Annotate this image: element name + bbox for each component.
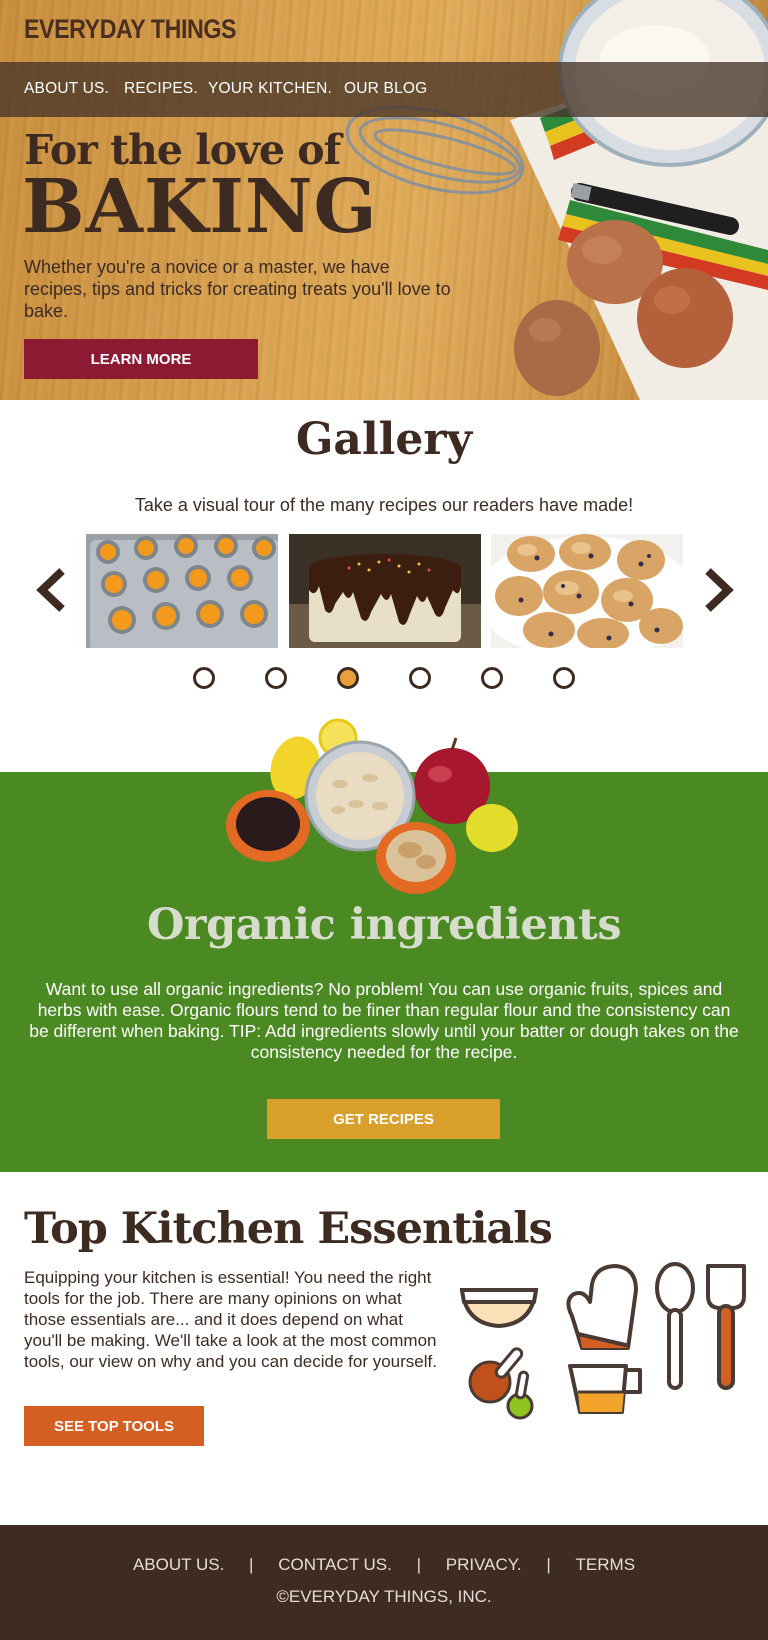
site-footer: ABOUT US. | CONTACT US. | PRIVACY. | TER… (0, 1525, 768, 1640)
footer-separator: | (546, 1555, 551, 1574)
footer-link-contact-us[interactable]: CONTACT US. (278, 1555, 392, 1575)
carousel-dot-3[interactable] (337, 667, 359, 689)
spatula-icon (706, 1264, 746, 1390)
hero-description: Whether you're a novice or a master, we … (24, 257, 451, 321)
learn-more-button[interactable]: LEARN MORE (24, 339, 258, 379)
measuring-cup-icon (568, 1364, 642, 1414)
hero-title-line2: BAKING (22, 164, 378, 250)
essentials-title: Top Kitchen Essentials (24, 1204, 553, 1254)
gallery-title: Gallery (295, 414, 473, 465)
measuring-spoons-icon (468, 1347, 534, 1420)
nav-your-kitchen[interactable]: YOUR KITCHEN. (208, 80, 332, 98)
gallery-thumbnail-muffin-tin[interactable] (86, 534, 278, 648)
footer-link-terms[interactable]: TERMS (576, 1555, 636, 1575)
footer-link-privacy[interactable]: PRIVACY. (446, 1555, 522, 1575)
carousel-dot-5[interactable] (481, 667, 503, 689)
carousel-dot-4[interactable] (409, 667, 431, 689)
kitchen-tools-illustration (458, 1262, 748, 1422)
gallery-subtitle: Take a visual tour of the many recipes o… (134, 495, 634, 515)
footer-link-about-us[interactable]: ABOUT US. (133, 1555, 224, 1575)
carousel-dot-6[interactable] (553, 667, 575, 689)
brand-logo[interactable]: EVERYDAY THINGS (24, 14, 236, 45)
footer-separator: | (249, 1555, 254, 1574)
spoon-icon (655, 1262, 695, 1390)
oven-mitt-icon (566, 1264, 638, 1350)
nav-our-blog[interactable]: OUR BLOG (344, 80, 427, 98)
get-recipes-button[interactable]: GET RECIPES (267, 1099, 500, 1139)
mixing-bowl-icon (459, 1288, 539, 1329)
footer-links: ABOUT US. | CONTACT US. | PRIVACY. | TER… (0, 1555, 768, 1575)
nav-recipes[interactable]: RECIPES. (124, 80, 198, 98)
gallery-thumbnail-drip-cake[interactable] (289, 534, 481, 648)
chevron-left-icon[interactable] (32, 565, 72, 615)
carousel-dot-2[interactable] (265, 667, 287, 689)
carousel-dot-1[interactable] (193, 667, 215, 689)
hero-baking-image (345, 0, 768, 400)
chevron-right-icon[interactable] (698, 565, 738, 615)
gallery-thumbnail-scones[interactable] (491, 534, 683, 648)
organic-title: Organic ingredients (146, 900, 622, 950)
nav-about-us[interactable]: ABOUT US. (24, 80, 109, 98)
copyright-text: ©EVERYDAY THINGS, INC. (276, 1587, 492, 1606)
organic-description: Want to use all organic ingredients? No … (29, 979, 739, 1062)
see-top-tools-button[interactable]: SEE TOP TOOLS (24, 1406, 204, 1446)
main-nav: ABOUT US. RECIPES. YOUR KITCHEN. OUR BLO… (0, 62, 768, 117)
organic-ingredients-image (226, 718, 518, 894)
essentials-description: Equipping your kitchen is essential! You… (24, 1268, 437, 1371)
footer-separator: | (416, 1555, 421, 1574)
hero-banner: EVERYDAY THINGS ABOUT US. RECIPES. YOUR … (0, 0, 768, 400)
